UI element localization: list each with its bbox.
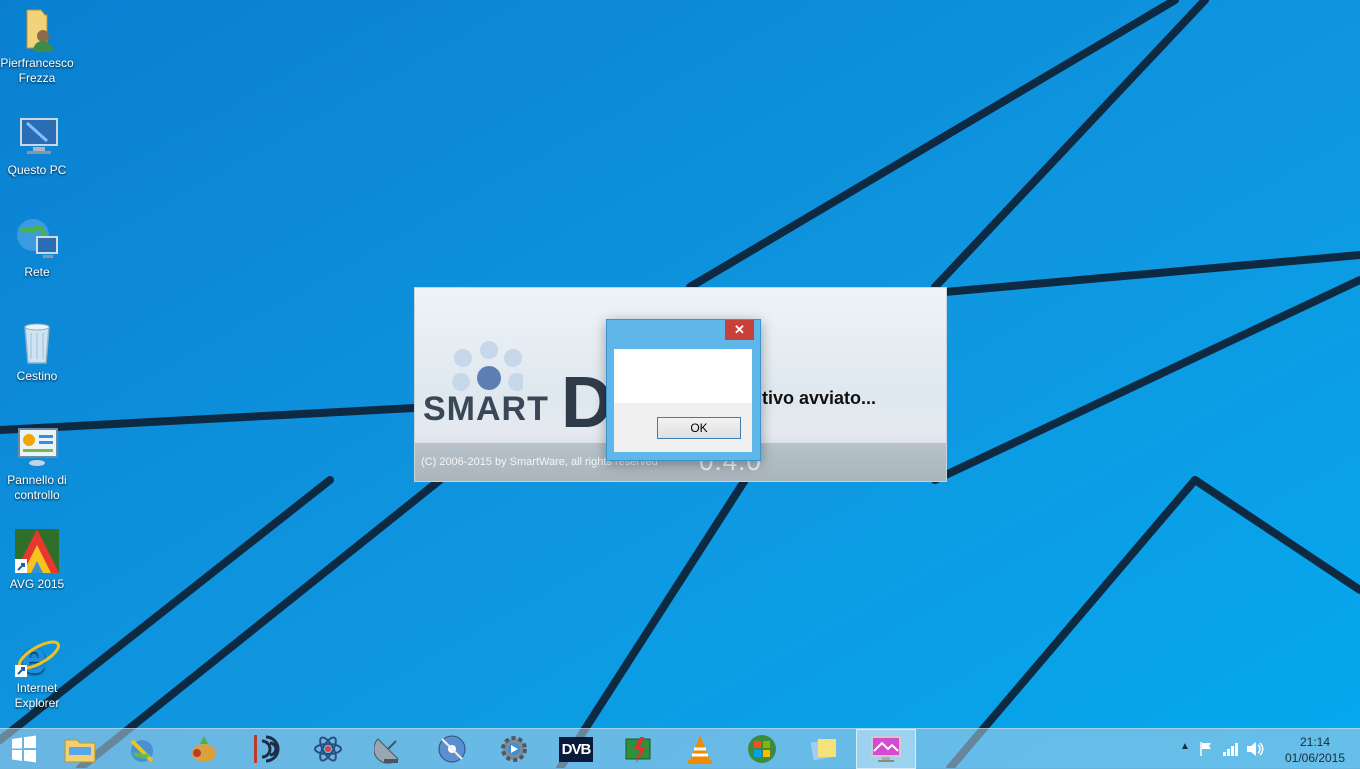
taskbar: DVB ▲ 21:14 01/06/2015 bbox=[0, 728, 1360, 769]
clock-date: 01/06/2015 bbox=[1284, 751, 1346, 765]
taskbar-app-atom[interactable] bbox=[298, 729, 358, 769]
taskbar-vlc[interactable] bbox=[670, 729, 730, 769]
satellite-dish-icon bbox=[374, 738, 399, 764]
monitor-app-icon bbox=[871, 736, 901, 762]
desktop-icon-avg-2015[interactable]: AVG 2015 bbox=[0, 527, 74, 592]
action-center-flag-icon[interactable] bbox=[1198, 741, 1214, 757]
volume-icon[interactable] bbox=[1246, 741, 1264, 757]
taskbar-smartd[interactable] bbox=[856, 729, 916, 769]
taskbar-app-notes[interactable] bbox=[794, 729, 854, 769]
system-tray: ▲ bbox=[1176, 729, 1266, 769]
desktop-icon-label: Pannello di controllo bbox=[7, 473, 67, 502]
taskbar-clock[interactable]: 21:14 01/06/2015 bbox=[1280, 734, 1350, 766]
desktop-icon-label: Pierfrancesco Frezza bbox=[0, 56, 74, 85]
file-explorer-icon bbox=[64, 739, 96, 763]
desktop-icon-questo-pc[interactable]: Questo PC bbox=[0, 113, 74, 178]
network-signal-icon[interactable] bbox=[1222, 741, 1240, 757]
audio-app-icon bbox=[254, 735, 280, 763]
taskbar-app-dvb[interactable]: DVB bbox=[546, 729, 606, 769]
desktop-icon-user-folder[interactable]: Pierfrancesco Frezza bbox=[0, 6, 74, 86]
desktop-icon-label: Rete bbox=[24, 265, 50, 279]
gear-icon bbox=[501, 736, 527, 762]
desktop-icon-internet-explorer[interactable]: e Internet Explorer bbox=[0, 631, 74, 711]
avg-icon bbox=[13, 527, 61, 575]
show-hidden-icons-icon[interactable]: ▲ bbox=[1180, 741, 1190, 752]
taskbar-app-audio[interactable] bbox=[236, 729, 296, 769]
taskbar-app-battery[interactable] bbox=[608, 729, 668, 769]
windows-7-logo-icon bbox=[748, 735, 776, 763]
dvb-icon: DVB bbox=[558, 736, 594, 762]
taskbar-app-settings[interactable] bbox=[484, 729, 544, 769]
sticky-notes-icon bbox=[810, 739, 836, 761]
desktop-icon-cestino[interactable]: Cestino bbox=[0, 319, 74, 384]
desktop-icon-rete[interactable]: Rete bbox=[0, 215, 74, 280]
internet-explorer-icon: e bbox=[13, 631, 61, 683]
message-box-dialog: ✕ OK bbox=[606, 319, 761, 461]
desktop-icon-pannello-di-controllo[interactable]: Pannello di controllo bbox=[0, 423, 74, 503]
user-folder-icon bbox=[13, 6, 61, 54]
fruit-app-icon bbox=[192, 736, 216, 762]
battery-app-icon bbox=[625, 737, 651, 763]
smartd-logo-text: SMART bbox=[423, 390, 549, 428]
disc-app-icon bbox=[438, 735, 466, 763]
windows-logo-icon bbox=[12, 735, 36, 763]
control-panel-icon bbox=[13, 423, 61, 471]
recycle-bin-icon bbox=[13, 319, 61, 367]
taskbar-app-disc[interactable] bbox=[422, 729, 482, 769]
taskbar-app-dish[interactable] bbox=[360, 729, 420, 769]
atom-app-icon bbox=[314, 736, 342, 762]
desktop-icon-label: Internet Explorer bbox=[14, 681, 60, 710]
taskbar-file-explorer[interactable] bbox=[50, 729, 110, 769]
message-text-area bbox=[614, 349, 752, 403]
desktop-icon-label: AVG 2015 bbox=[9, 577, 65, 591]
close-button[interactable]: ✕ bbox=[725, 320, 754, 340]
clock-time: 21:14 bbox=[1299, 735, 1331, 749]
computer-icon bbox=[13, 113, 61, 161]
ok-button[interactable]: OK bbox=[657, 417, 741, 439]
desktop-icon-label: Cestino bbox=[16, 369, 58, 383]
message-box-client: OK bbox=[614, 349, 752, 452]
vlc-icon bbox=[688, 735, 712, 764]
taskbar-app-fruit[interactable] bbox=[174, 729, 234, 769]
network-icon bbox=[13, 215, 61, 263]
satellite-app-icon bbox=[130, 739, 154, 763]
desktop-icon-label: Questo PC bbox=[7, 163, 67, 177]
taskbar-windows-7[interactable] bbox=[732, 729, 792, 769]
splash-status-text: sitivo avviato... bbox=[747, 388, 877, 408]
taskbar-app-satellite[interactable] bbox=[112, 729, 172, 769]
start-button[interactable] bbox=[0, 729, 48, 769]
